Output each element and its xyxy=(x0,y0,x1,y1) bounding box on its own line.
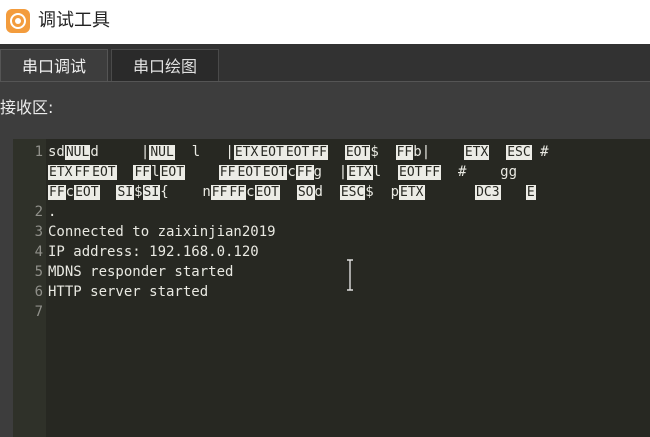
line-text-segment: $ p xyxy=(365,184,400,200)
line-number: 6 xyxy=(34,284,43,300)
receive-line: 3 Connected to zaixinjian2019 xyxy=(13,222,650,242)
line-text: MDNS responder started xyxy=(48,262,233,282)
line-text-segment xyxy=(117,164,134,180)
line-text-segment: g | xyxy=(313,164,348,180)
control-char-badge: ETX xyxy=(399,185,425,200)
control-char-badge: FF xyxy=(48,185,66,200)
line-text-segment: IP address: 192.168.0.120 xyxy=(48,244,259,260)
line-text-segment: MDNS responder started xyxy=(48,264,234,280)
line-text-segment: c xyxy=(65,184,75,200)
line-text-segment xyxy=(328,144,345,160)
control-char-badge: FF xyxy=(210,185,229,200)
line-text-segment xyxy=(501,184,526,200)
receive-line: 7 xyxy=(13,302,650,322)
line-text: IP address: 192.168.0.120 xyxy=(48,242,259,262)
receive-line: 4 IP address: 192.168.0.120 xyxy=(13,242,650,262)
receive-line: ETX FF EOT FFlEOT FF EOT EOTcFFg |ETXl EOT FF… xyxy=(13,162,650,182)
line-text-segment: l xyxy=(372,164,398,180)
line-number: 5 xyxy=(34,264,43,280)
app-title: 调试工具 xyxy=(38,10,110,31)
line-text-segment: l | xyxy=(174,144,234,160)
line-text-segment xyxy=(100,184,117,200)
control-char-badge: ETX xyxy=(463,145,490,160)
control-char-badge: EOT xyxy=(398,165,424,180)
line-number: 3 xyxy=(34,224,43,240)
receive-line: 2. xyxy=(13,202,650,222)
receive-line: 5 MDNS responder started xyxy=(13,262,650,282)
control-char-badge: SI xyxy=(142,185,161,200)
line-text-segment: $ xyxy=(370,144,396,160)
line-text-segment xyxy=(425,184,476,200)
line-text-segment xyxy=(185,164,219,180)
line-text: HTTP server started xyxy=(48,282,208,302)
control-char-badge: NUL xyxy=(149,145,175,160)
control-char-badge: EOT xyxy=(74,185,100,200)
control-char-badge: EOT xyxy=(261,165,288,180)
line-text-segment: l xyxy=(151,164,160,180)
tab-serial-debug[interactable]: 串口调试 xyxy=(0,49,108,82)
control-char-badge: ETX xyxy=(233,145,260,160)
receive-content: 1 sdNULd |NUL l |ETX EOT EOT FF EOT$ FFb| ET… xyxy=(13,142,650,322)
line-number: 4 xyxy=(34,244,43,260)
control-char-badge: SI xyxy=(116,185,135,200)
line-text: ETX FF EOT FFlEOT FF EOT EOTcFFg |ETXl EOT FF… xyxy=(48,162,517,183)
line-text-segment: b| xyxy=(413,144,464,160)
line-text-segment: sd xyxy=(48,144,65,160)
line-text-segment: d xyxy=(314,184,340,200)
control-char-badge: FF xyxy=(73,165,92,180)
control-char-badge: FF xyxy=(423,165,442,180)
line-text-segment: d | xyxy=(90,144,150,160)
control-char-badge: EOT xyxy=(236,165,262,180)
control-char-badge: ETX xyxy=(48,165,74,180)
line-text-segment: HTTP server started xyxy=(48,284,209,300)
control-char-badge: EOT xyxy=(254,185,280,200)
control-char-badge: EOT xyxy=(284,145,311,160)
line-text: . xyxy=(48,202,56,222)
control-char-badge: FF xyxy=(228,185,247,200)
control-char-badge: E xyxy=(525,185,536,200)
control-char-badge: EOT xyxy=(91,165,117,180)
control-char-badge: FF xyxy=(295,165,314,180)
line-number: 7 xyxy=(34,304,43,320)
control-char-badge: EOT xyxy=(344,145,371,160)
line-text-segment: { n xyxy=(160,184,211,200)
control-char-badge: ESC xyxy=(339,185,366,200)
serial-port-icon xyxy=(6,9,30,33)
control-char-badge: FF xyxy=(133,165,152,180)
control-char-badge: FF xyxy=(218,165,237,180)
tab-serial-plot[interactable]: 串口绘图 xyxy=(111,49,219,82)
receive-area-label: 接收区: xyxy=(0,98,54,117)
control-char-badge: NUL xyxy=(64,145,91,160)
control-char-badge: FF xyxy=(310,145,328,160)
control-char-badge: SO xyxy=(296,185,315,200)
line-text-segment xyxy=(489,144,506,160)
title-bar: 调试工具 xyxy=(0,0,650,44)
line-text-segment: . xyxy=(48,204,57,220)
receive-line: 1 sdNULd |NUL l |ETX EOT EOT FF EOT$ FFb| ET… xyxy=(13,142,650,162)
line-text-segment xyxy=(280,184,297,200)
control-char-badge: DC3 xyxy=(475,185,501,200)
line-text-segment: # gg xyxy=(441,164,517,180)
line-text-segment: c xyxy=(287,164,296,180)
receive-line: FFcEOT SI$SI{ nFF FFcEOT SOd ESC$ pETX DC… xyxy=(13,182,650,202)
receive-text-area[interactable]: 1 sdNULd |NUL l |ETX EOT EOT FF EOT$ FFb| ET… xyxy=(13,139,650,437)
line-number: 1 xyxy=(34,144,43,160)
text-cursor-icon xyxy=(346,259,354,291)
control-char-badge: ESC xyxy=(506,145,532,160)
control-char-badge: EOT xyxy=(259,145,285,160)
receive-line: 6 HTTP server started xyxy=(13,282,650,302)
line-text-segment: $ xyxy=(134,184,143,200)
control-char-badge: FF xyxy=(395,145,414,160)
line-text: sdNULd |NUL l |ETX EOT EOT FF EOT$ FFb| ETX… xyxy=(48,142,549,163)
line-number: 2 xyxy=(34,204,43,220)
line-text-segment: # xyxy=(531,144,549,160)
line-text-segment: c xyxy=(246,184,255,200)
line-text: Connected to zaixinjian2019 xyxy=(48,222,276,242)
tab-bar: 串口调试 串口绘图 xyxy=(0,44,650,82)
control-char-badge: EOT xyxy=(159,165,186,180)
line-text: FFcEOT SI$SI{ nFF FFcEOT SOd ESC$ pETX DC… xyxy=(48,182,536,203)
control-char-badge: ETX xyxy=(347,165,373,180)
line-text-segment: Connected to zaixinjian2019 xyxy=(48,224,276,240)
